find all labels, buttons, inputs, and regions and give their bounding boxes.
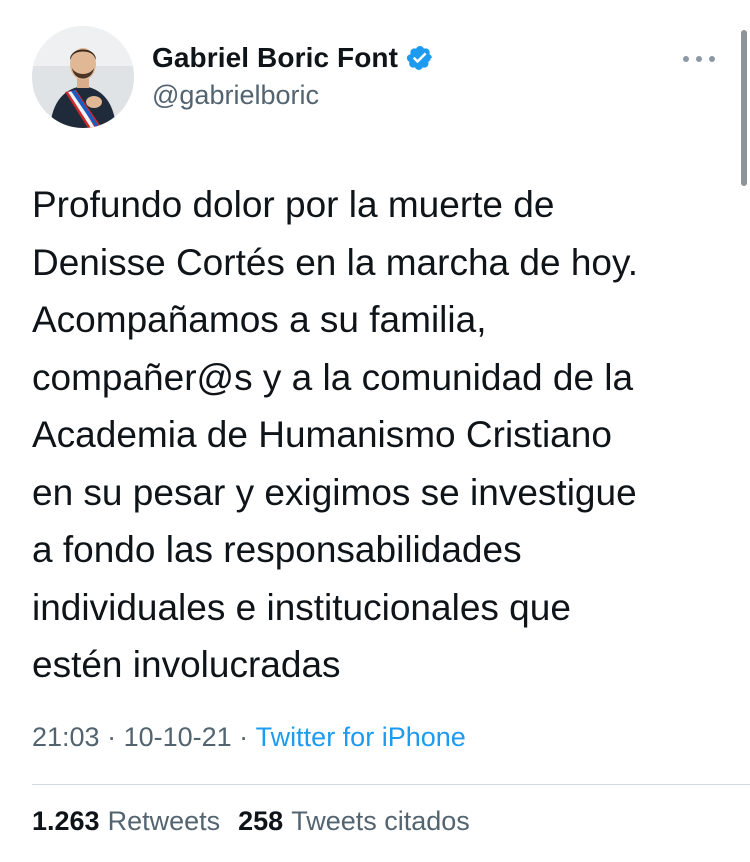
retweets-label: Retweets xyxy=(107,806,221,836)
tweet-time[interactable]: 21:03 xyxy=(32,722,100,753)
tweet-detail: Gabriel Boric Font @gabrielboric Profund… xyxy=(0,0,750,862)
author-name[interactable]: Gabriel Boric Font xyxy=(152,42,398,74)
retweets-count: 1.263 xyxy=(32,806,100,836)
quote-tweets-stat[interactable]: 258 Tweets citados xyxy=(238,806,470,837)
tweet-text: Profundo dolor por la muerte de Denisse … xyxy=(32,184,639,685)
author-name-row: Gabriel Boric Font xyxy=(152,40,434,76)
avatar-image xyxy=(32,26,134,128)
retweets-stat[interactable]: 1.263 Retweets xyxy=(32,806,220,837)
verified-badge-icon xyxy=(406,44,434,72)
avatar[interactable] xyxy=(32,26,134,128)
meta-separator: · xyxy=(99,722,124,752)
scrollbar[interactable] xyxy=(741,30,747,186)
quote-tweets-count: 258 xyxy=(238,806,284,836)
tweet-date[interactable]: 10-10-21 xyxy=(124,722,232,753)
quote-tweets-label: Tweets citados xyxy=(291,806,470,836)
meta-separator: · xyxy=(231,722,256,752)
tweet-source-link[interactable]: Twitter for iPhone xyxy=(256,722,466,753)
more-options-icon xyxy=(683,56,715,62)
tweet-stats: 1.263 Retweets 258 Tweets citados xyxy=(32,806,470,837)
tweet-meta: 21:03 · 10-10-21 · Twitter for iPhone xyxy=(32,722,466,753)
divider xyxy=(32,784,750,785)
more-options-button[interactable] xyxy=(678,44,720,74)
author-handle[interactable]: @gabrielboric xyxy=(152,80,319,111)
